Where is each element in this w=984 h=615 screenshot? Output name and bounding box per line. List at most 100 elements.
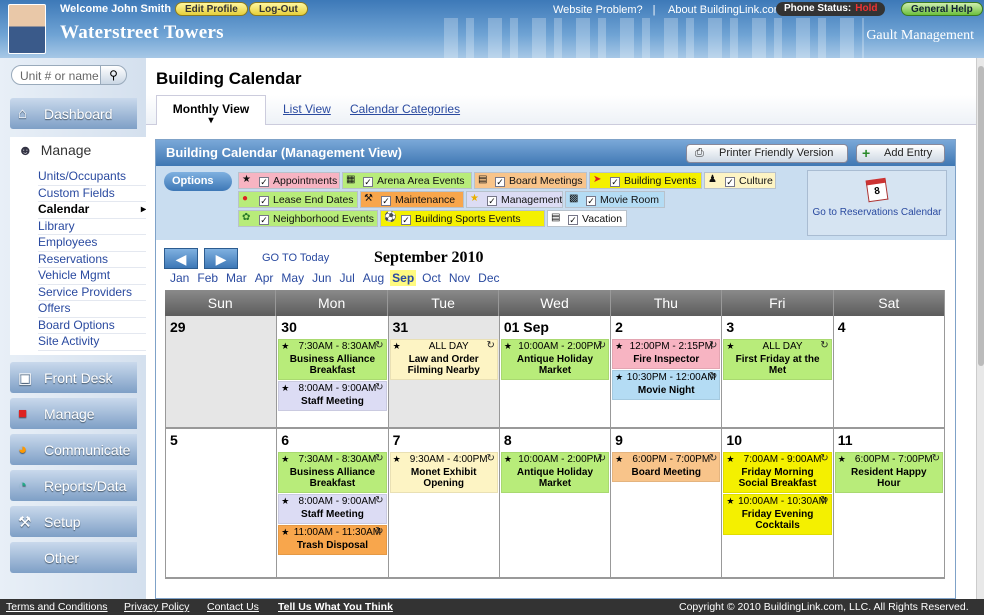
checkbox-icon[interactable]: ✓ bbox=[259, 196, 269, 206]
subnav-custom-fields[interactable]: Custom Fields bbox=[38, 186, 146, 202]
tab-calendar-categories[interactable]: Calendar Categories bbox=[350, 102, 460, 116]
nav-manage[interactable]: ■ Manage bbox=[10, 398, 137, 429]
filter-arena-area-events[interactable]: ▦ ✓ Arena Area Events bbox=[342, 172, 472, 189]
month-jan[interactable]: Jan bbox=[168, 270, 191, 286]
subnav-vehicle-mgmt[interactable]: Vehicle Mgmt bbox=[38, 268, 146, 285]
month-apr[interactable]: Apr bbox=[253, 270, 276, 286]
filter-board-meetings[interactable]: ▤ ✓ Board Meetings bbox=[474, 172, 587, 189]
about-link[interactable]: About BuildingLink.com bbox=[668, 4, 783, 16]
filter-appointments[interactable]: ★ ✓ Appointments bbox=[238, 172, 340, 189]
subnav-board-options[interactable]: Board Options bbox=[38, 318, 146, 334]
checkbox-icon[interactable]: ✓ bbox=[725, 177, 735, 187]
month-feb[interactable]: Feb bbox=[195, 270, 220, 286]
day-cell[interactable]: 30 ★ ↻ 7:30AM - 8:30AM Business Alliance Bre… bbox=[277, 316, 389, 427]
month-jun[interactable]: Jun bbox=[310, 270, 333, 286]
subnav-employees[interactable]: Employees bbox=[38, 235, 146, 252]
day-cell[interactable]: 9 ★ ↻ 6:00PM - 7:00PM Board Meeting bbox=[611, 429, 723, 577]
calendar-event[interactable]: ★ ↻ ALL DAY First Friday at the Met bbox=[723, 339, 832, 380]
nav-front-desk[interactable]: ▣ Front Desk bbox=[10, 362, 137, 393]
tab-list-view[interactable]: List View bbox=[283, 102, 331, 116]
day-cell[interactable]: 10 ★ ↻ 7:00AM - 9:00AM Friday Morning Social… bbox=[722, 429, 834, 577]
filter-management[interactable]: ★ ✓ Management bbox=[466, 191, 563, 208]
calendar-event[interactable]: ★ ↻ 7:30AM - 8:30AM Business Alliance Break… bbox=[278, 339, 387, 380]
nav-communicate[interactable]: ◕ Communicate bbox=[10, 434, 137, 465]
month-oct[interactable]: Oct bbox=[420, 270, 443, 286]
calendar-event[interactable]: ★ ↻ 7:30AM - 8:30AM Business Alliance Break… bbox=[278, 452, 387, 493]
month-mar[interactable]: Mar bbox=[224, 270, 249, 286]
next-month-button[interactable]: ▶ bbox=[204, 248, 238, 269]
filter-movie-room[interactable]: ▩ ✓ Movie Room bbox=[565, 191, 665, 208]
month-jul[interactable]: Jul bbox=[337, 270, 356, 286]
contact-link[interactable]: Contact Us bbox=[207, 601, 259, 613]
printer-friendly-button[interactable]: ⎙ Printer Friendly Version bbox=[686, 144, 848, 163]
calendar-event[interactable]: ★ ↻ 10:30PM - 12:00AM Movie Night bbox=[612, 370, 721, 400]
month-dec[interactable]: Dec bbox=[476, 270, 501, 286]
calendar-event[interactable]: ★ ↻ 12:00PM - 2:15PM Fire Inspector bbox=[612, 339, 721, 369]
checkbox-icon[interactable]: ✓ bbox=[381, 196, 391, 206]
feedback-link[interactable]: Tell Us What You Think bbox=[278, 601, 393, 613]
filter-building-events[interactable]: ➤ ✓ Building Events bbox=[589, 172, 702, 189]
month-sep[interactable]: Sep bbox=[390, 270, 417, 286]
filter-maintenance[interactable]: ⚒ ✓ Maintenance bbox=[360, 191, 464, 208]
go-to-today-link[interactable]: GO TO Today bbox=[262, 252, 329, 264]
day-cell[interactable]: 3 ★ ↻ ALL DAY First Friday at the Met bbox=[722, 316, 834, 427]
checkbox-icon[interactable]: ✓ bbox=[568, 215, 578, 225]
calendar-event[interactable]: ★ ↻ 10:00AM - 2:00PM Antique Holiday Market bbox=[500, 452, 610, 493]
nav-setup[interactable]: ⚒ Setup bbox=[10, 506, 137, 537]
reservations-calendar-link[interactable]: Go to Reservations Calendar bbox=[808, 207, 946, 219]
checkbox-icon[interactable]: ✓ bbox=[610, 177, 620, 187]
day-cell[interactable]: 11 ★ ↻ 6:00PM - 7:00PM Resident Happy Hour bbox=[833, 429, 945, 577]
checkbox-icon[interactable]: ✓ bbox=[363, 177, 373, 187]
nav-dashboard[interactable]: ⌂ Dashboard bbox=[10, 98, 137, 129]
month-nov[interactable]: Nov bbox=[447, 270, 472, 286]
subnav-service-providers[interactable]: Service Providers bbox=[38, 285, 146, 301]
day-cell[interactable]: 5 bbox=[166, 429, 278, 577]
calendar-event[interactable]: ★ ↻ 6:00PM - 7:00PM Resident Happy Hour bbox=[834, 452, 943, 493]
phone-status[interactable]: Phone Status: Hold bbox=[776, 2, 886, 16]
prev-month-button[interactable]: ◀ bbox=[164, 248, 198, 269]
subnav-offers[interactable]: Offers bbox=[38, 301, 146, 318]
checkbox-icon[interactable]: ✓ bbox=[259, 215, 269, 225]
day-cell[interactable]: 01 Sep ★ ↻ 10:00AM - 2:00PM Antique Holiday … bbox=[499, 316, 612, 427]
checkbox-icon[interactable]: ✓ bbox=[586, 196, 596, 206]
day-cell[interactable]: 8 ★ ↻ 10:00AM - 2:00PM Antique Holiday Marke… bbox=[499, 429, 612, 577]
month-aug[interactable]: Aug bbox=[361, 270, 386, 286]
subnav-library[interactable]: Library bbox=[38, 219, 146, 235]
checkbox-icon[interactable]: ✓ bbox=[487, 196, 497, 206]
calendar-event[interactable]: ★ ↻ 8:00AM - 9:00AM Staff Meeting bbox=[278, 381, 387, 411]
general-help-button[interactable]: General Help bbox=[901, 2, 983, 16]
day-cell[interactable]: 6 ★ ↻ 7:30AM - 8:30AM Business Alliance Brea… bbox=[277, 429, 389, 577]
scrollbar-thumb[interactable] bbox=[978, 66, 984, 366]
privacy-link[interactable]: Privacy Policy bbox=[124, 601, 189, 613]
checkbox-icon[interactable]: ✓ bbox=[401, 215, 411, 225]
tab-monthly-view[interactable]: Monthly View bbox=[156, 95, 266, 125]
nav-reports-data[interactable]: ◔ Reports/Data bbox=[10, 470, 137, 501]
day-cell[interactable]: 2 ★ ↻ 12:00PM - 2:15PM Fire Inspector ★ ↻ 10:30… bbox=[611, 316, 723, 427]
checkbox-icon[interactable]: ✓ bbox=[259, 177, 269, 187]
calendar-event[interactable]: ★ ↻ ALL DAY Law and Order Filming Nearby bbox=[389, 339, 498, 380]
calendar-event[interactable]: ★ ↻ 10:00AM - 10:30AM Friday Evening Cockta… bbox=[723, 494, 832, 535]
calendar-event[interactable]: ★ ↻ 10:00AM - 2:00PM Antique Holiday Market bbox=[500, 339, 610, 380]
subnav-reservations[interactable]: Reservations bbox=[38, 252, 146, 268]
nav-other[interactable]: Other bbox=[10, 542, 137, 573]
calendar-event[interactable]: ★ ↻ 8:00AM - 9:00AM Staff Meeting bbox=[278, 494, 387, 524]
calendar-event[interactable]: ★ ↻ 11:00AM - 11:30AM Trash Disposal bbox=[278, 525, 387, 555]
day-cell[interactable]: 4 bbox=[833, 316, 945, 427]
logout-button[interactable]: Log-Out bbox=[249, 2, 308, 16]
filter-vacation[interactable]: ▤ ✓ Vacation bbox=[547, 210, 627, 227]
add-entry-button[interactable]: + Add Entry bbox=[856, 144, 945, 163]
search-icon[interactable]: ⚲ bbox=[100, 65, 127, 85]
checkbox-icon[interactable]: ✓ bbox=[495, 177, 505, 187]
filter-neighborhood-events[interactable]: ✿ ✓ Neighborhood Events bbox=[238, 210, 378, 227]
edit-profile-button[interactable]: Edit Profile bbox=[175, 2, 248, 16]
manage-header[interactable]: ☻ Manage bbox=[18, 142, 91, 158]
terms-link[interactable]: Terms and Conditions bbox=[6, 601, 108, 613]
day-cell[interactable]: 7 ★ ↻ 9:30AM - 4:00PM Monet Exhibit Opening bbox=[388, 429, 500, 577]
day-cell[interactable]: 29 bbox=[166, 316, 278, 427]
filter-lease-end-dates[interactable]: ● ✓ Lease End Dates bbox=[238, 191, 358, 208]
filter-culture[interactable]: ♟ ✓ Culture bbox=[704, 172, 776, 189]
calendar-event[interactable]: ★ ↻ 9:30AM - 4:00PM Monet Exhibit Opening bbox=[389, 452, 498, 493]
subnav-site-activity[interactable]: Site Activity bbox=[38, 334, 146, 351]
calendar-event[interactable]: ★ ↻ 6:00PM - 7:00PM Board Meeting bbox=[612, 452, 721, 482]
scrollbar[interactable] bbox=[976, 58, 984, 599]
